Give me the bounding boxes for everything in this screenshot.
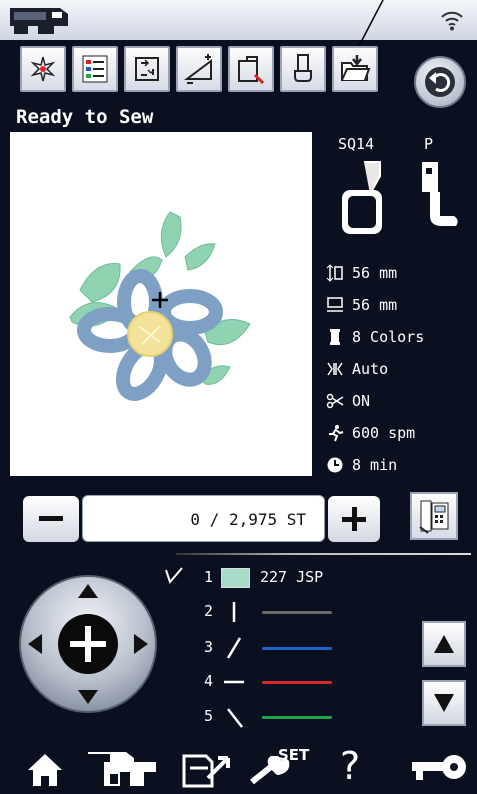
tension-row: Auto xyxy=(326,358,388,380)
hoop-edit-button[interactable] xyxy=(124,46,170,92)
colors-value: 8 Colors xyxy=(352,328,425,346)
height-row: 56 mm xyxy=(326,262,397,284)
hoop-trace-icon xyxy=(238,56,265,85)
key-lock-icon[interactable] xyxy=(408,748,470,790)
height-value: 56 mm xyxy=(352,264,398,282)
colors-row: 8 Colors xyxy=(326,326,424,348)
thread-line xyxy=(262,681,332,684)
presser-foot-icon xyxy=(422,162,458,226)
tension-adjust-icon xyxy=(184,54,212,84)
tension-adjust-button[interactable] xyxy=(176,46,222,92)
thread-color-swatch xyxy=(221,568,250,588)
thread-line xyxy=(262,611,332,614)
open-folder-icon xyxy=(341,55,371,81)
width-value: 56 mm xyxy=(352,296,398,314)
presser-foot-icon xyxy=(294,54,312,82)
foot-label: P xyxy=(424,135,434,153)
scroll-down-button[interactable] xyxy=(422,680,466,726)
stitch-forward-button[interactable] xyxy=(328,496,380,542)
time-row: 8 min xyxy=(326,454,397,476)
stitch-direction-diagonal-down-icon xyxy=(227,708,243,728)
width-row: 56 mm xyxy=(326,294,397,316)
hoop-trace-button[interactable] xyxy=(228,46,274,92)
embroidery-design-button[interactable] xyxy=(20,46,66,92)
hoop-icon xyxy=(342,161,382,234)
scissors-icon xyxy=(326,393,344,409)
speed-row: 600 spm xyxy=(326,422,415,444)
hoop-edit-icon xyxy=(135,57,159,81)
down-arrow-icon xyxy=(434,694,454,712)
machine-mode-icon xyxy=(10,8,68,34)
color-number: 3 xyxy=(204,638,214,656)
back-arrow-icon xyxy=(425,67,455,97)
tension-value: Auto xyxy=(352,360,389,378)
section-divider xyxy=(176,553,471,555)
current-color-checkmark-icon xyxy=(165,567,183,584)
hoop-label: SQ14 xyxy=(338,135,375,153)
thread-line xyxy=(262,647,332,650)
color-row-5[interactable]: 5 xyxy=(200,703,410,731)
help-icon[interactable]: ? xyxy=(340,744,360,788)
plus-icon xyxy=(342,507,366,531)
home-icon[interactable] xyxy=(24,748,66,790)
bottom-navigation-bar xyxy=(0,743,477,794)
minus-icon xyxy=(39,516,63,521)
stitch-direction-diagonal-icon xyxy=(226,637,242,659)
clock-icon xyxy=(327,457,343,473)
callout-line xyxy=(358,0,384,47)
color-row-1[interactable]: 1 227 JSP xyxy=(200,566,410,590)
height-icon xyxy=(326,264,343,282)
thread-chart-icon xyxy=(419,500,449,534)
scroll-up-button[interactable] xyxy=(422,621,466,667)
settings-button[interactable]: SET xyxy=(248,746,310,790)
settings-label: SET xyxy=(278,746,310,764)
stitch-back-button[interactable] xyxy=(23,496,79,542)
embroidery-screen: Ready to Sew SQ14 P 56 mm 56 mm 8 Colors… xyxy=(0,0,477,794)
stitch-direction-horizontal-icon xyxy=(224,680,244,684)
color-row-3[interactable]: 3 xyxy=(200,634,410,662)
cutter-value: ON xyxy=(352,392,371,410)
color-row-4[interactable]: 4 xyxy=(200,668,410,696)
up-arrow-icon xyxy=(434,635,454,653)
speed-value: 600 spm xyxy=(352,424,416,442)
flower-design-preview xyxy=(69,211,251,401)
color-row-2[interactable]: 2 xyxy=(200,598,410,626)
width-icon xyxy=(327,297,343,312)
time-value: 8 min xyxy=(352,456,398,474)
color-list-icon xyxy=(82,55,108,83)
stitch-direction-vertical-icon xyxy=(232,602,236,622)
open-folder-button[interactable] xyxy=(332,46,378,92)
thread-spool-icon xyxy=(330,329,340,345)
status-title: Ready to Sew xyxy=(16,106,154,128)
hoop-position-joystick[interactable] xyxy=(18,574,158,714)
color-number: 1 xyxy=(204,568,214,586)
tension-icon xyxy=(327,362,343,376)
embroidery-design-icon xyxy=(30,56,56,82)
color-number: 2 xyxy=(204,602,214,620)
save-file-icon[interactable] xyxy=(178,748,234,790)
presser-foot-button[interactable] xyxy=(280,46,326,92)
top-status-bar xyxy=(0,0,477,40)
thread-line xyxy=(262,716,332,719)
running-man-icon xyxy=(329,425,344,442)
back-button[interactable] xyxy=(414,56,466,108)
color-number: 5 xyxy=(204,707,214,725)
thread-chart-button[interactable] xyxy=(410,492,458,540)
design-canvas xyxy=(10,132,312,476)
stitch-counter: 0 / 2,975 ST xyxy=(82,495,325,542)
color-list-button[interactable] xyxy=(72,46,118,92)
sewing-machine-icon[interactable] xyxy=(84,748,160,790)
cutter-row: ON xyxy=(326,390,370,412)
thread-name: 227 JSP xyxy=(260,568,324,586)
color-number: 4 xyxy=(204,672,214,690)
wifi-icon xyxy=(441,11,463,31)
